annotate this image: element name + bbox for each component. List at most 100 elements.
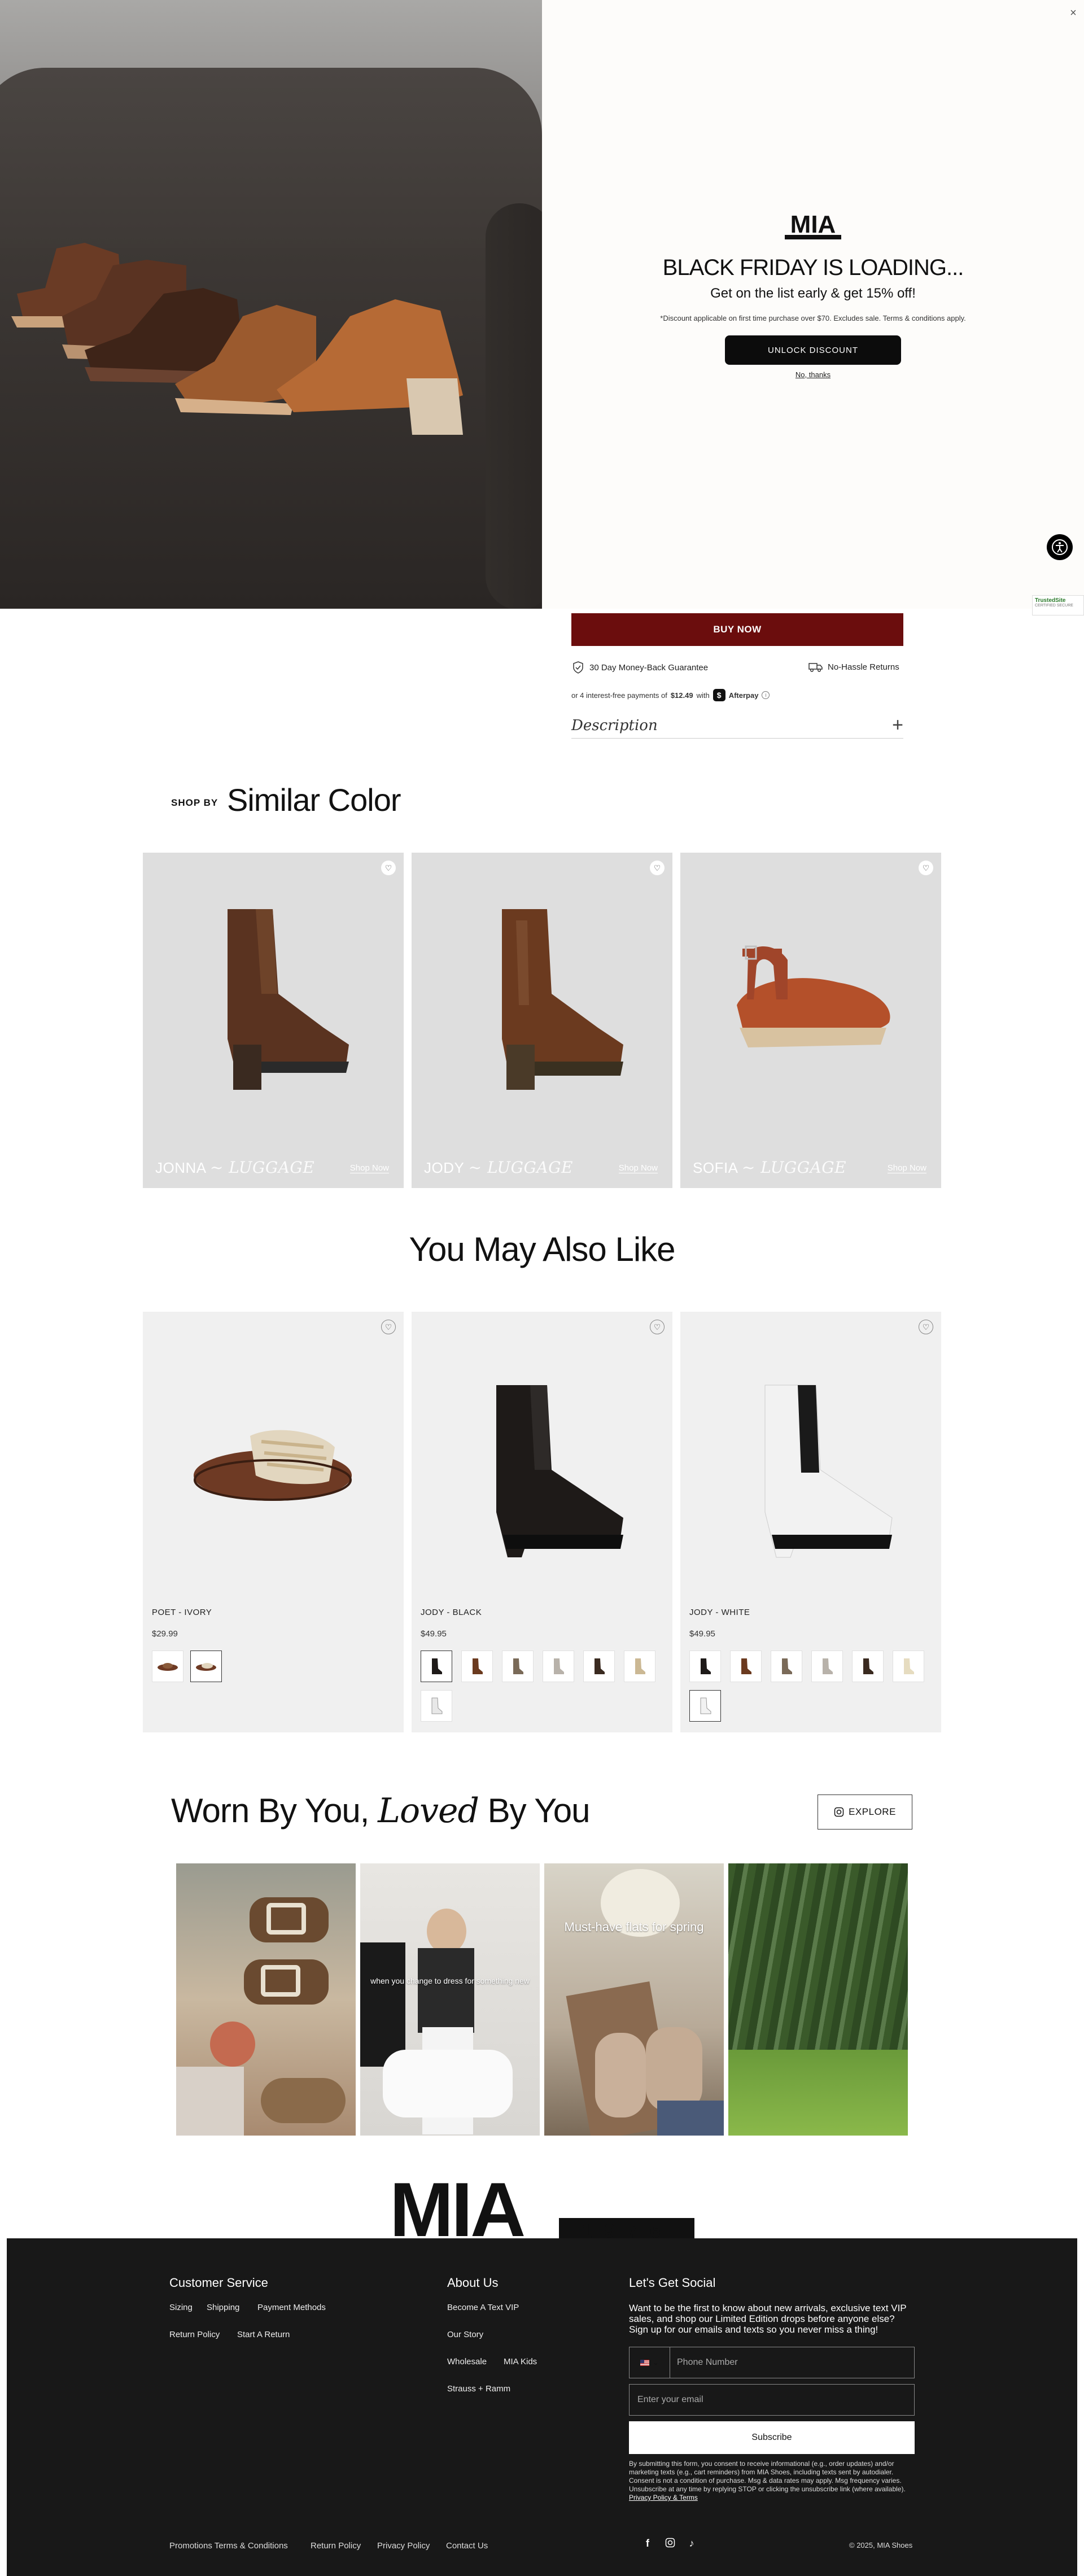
returns-label: No-Hassle Returns [828, 662, 899, 672]
color-swatch-selected[interactable] [190, 1651, 222, 1682]
accessibility-icon[interactable] [1047, 534, 1073, 560]
color-swatch[interactable] [461, 1651, 493, 1682]
footer-link-payment-methods[interactable]: Payment Methods [257, 2303, 326, 2312]
similar-card-jonna[interactable]: ♡ JONNA ~ LUGGAGE Shop Now [143, 853, 404, 1188]
color-swatch[interactable] [421, 1690, 452, 1722]
jody-black-boot-image [496, 1385, 623, 1557]
trustedsite-badge[interactable]: TrustedSite CERTIFIED SECURE [1032, 595, 1084, 615]
afterpay-line: or 4 interest-free payments of $12.49 wi… [571, 689, 770, 701]
ugc-photo-1[interactable] [176, 1863, 356, 2136]
color-swatch[interactable] [893, 1651, 924, 1682]
similar-color-title: Similar Color [227, 782, 401, 818]
color-swatch-selected[interactable] [689, 1690, 721, 1722]
footer-link-start-return[interactable]: Start A Return [237, 2330, 290, 2339]
footer-link-our-story[interactable]: Our Story [447, 2330, 483, 2339]
color-swatch[interactable] [730, 1651, 762, 1682]
color-swatch[interactable] [689, 1651, 721, 1682]
customer-service-heading: Customer Service [169, 2276, 268, 2290]
trusted-line2: CERTIFIED SECURE [1035, 604, 1073, 608]
instagram-icon[interactable] [664, 2538, 676, 2550]
similar-card-jody[interactable]: ♡ JODY ~ LUGGAGE Shop Now [412, 853, 672, 1188]
product-price: $29.99 [152, 1629, 178, 1639]
no-thanks-link[interactable]: No, thanks [779, 370, 847, 379]
product-name[interactable]: POET - IVORY [152, 1608, 212, 1617]
explore-button[interactable]: EXPLORE [818, 1795, 912, 1830]
mia-logo: MIA [785, 211, 841, 239]
color-swatch[interactable] [502, 1651, 534, 1682]
afterpay-brand: Afterpay [728, 691, 759, 700]
phone-placeholder: Phone Number [677, 2357, 738, 2367]
phone-input[interactable]: ⌄ Phone Number [629, 2347, 915, 2378]
svg-text:MIA: MIA [390, 2173, 524, 2239]
similar-card-sofia[interactable]: ♡ SOFIA ~ LUGGAGE Shop Now [680, 853, 941, 1188]
footer-link-wholesale[interactable]: Wholesale [447, 2357, 487, 2367]
tiktok-icon[interactable]: ♪ [685, 2538, 698, 2550]
color-swatch[interactable] [811, 1651, 843, 1682]
hero-product-photo [0, 0, 542, 609]
sms-legal-text: By submitting this form, you consent to … [629, 2460, 906, 2501]
site-footer [7, 2238, 1077, 2576]
info-icon[interactable]: i [762, 691, 770, 699]
jonna-boot-image [228, 909, 349, 1090]
color-swatch[interactable] [543, 1651, 574, 1682]
copyright: © 2025, MIA Shoes [849, 2541, 913, 2549]
unlock-discount-button[interactable]: UNLOCK DISCOUNT [725, 335, 901, 365]
discount-popup [542, 0, 1084, 609]
privacy-policy-link[interactable]: Privacy Policy [377, 2541, 430, 2551]
jody-boot-image [502, 909, 623, 1090]
heart-icon[interactable]: ♡ [381, 861, 396, 875]
popup-subtitle: Get on the list early & get 15% off! [710, 286, 916, 301]
heart-icon[interactable]: ♡ [650, 861, 665, 875]
footer-link-sizing[interactable]: Sizing [169, 2303, 193, 2312]
money-back-perk: 30 Day Money-Back Guarantee [571, 661, 708, 674]
ugc-photo-2[interactable]: when you change to dress for something n… [360, 1863, 540, 2136]
color-swatch-selected[interactable] [421, 1651, 452, 1682]
privacy-terms-link[interactable]: Privacy Policy & Terms [629, 2494, 698, 2501]
heart-icon[interactable]: ♡ [919, 1320, 933, 1334]
shop-now-link[interactable]: Shop Now [887, 1163, 926, 1173]
description-accordion[interactable]: Description + [571, 713, 903, 739]
you-may-also-like-title: You May Also Like [409, 1230, 675, 1268]
product-card-jody-black[interactable]: ♡ JODY - BLACK $49.95 [412, 1312, 672, 1732]
truck-icon [808, 663, 823, 672]
contact-us-link[interactable]: Contact Us [446, 2541, 488, 2551]
color-swatch[interactable] [152, 1651, 183, 1682]
footer-link-shipping[interactable]: Shipping [207, 2303, 239, 2312]
heart-icon[interactable]: ♡ [381, 1320, 396, 1334]
bottom-return-policy-link[interactable]: Return Policy [311, 2541, 361, 2551]
chevron-down-icon: ⌄ [653, 2359, 659, 2367]
color-swatch[interactable] [583, 1651, 615, 1682]
us-flag-icon [640, 2359, 650, 2366]
footer-link-text-vip[interactable]: Become A Text VIP [447, 2303, 519, 2312]
footer-link-mia-kids[interactable]: MIA Kids [504, 2357, 537, 2367]
plus-icon: + [892, 714, 903, 736]
footer-link-return-policy[interactable]: Return Policy [169, 2330, 220, 2339]
promotions-terms-link[interactable]: Promotions Terms & Conditions [169, 2541, 288, 2551]
email-input[interactable]: Enter your email [629, 2384, 915, 2416]
buy-now-button[interactable]: BUY NOW [571, 613, 903, 646]
color-swatch[interactable] [771, 1651, 802, 1682]
shop-now-link[interactable]: Shop Now [618, 1163, 658, 1173]
ugc-photo-4[interactable] [728, 1863, 908, 2136]
facebook-icon[interactable]: f [641, 2538, 654, 2550]
product-card-jody-white[interactable]: ♡ JODY - WHITE $49.95 [680, 1312, 941, 1732]
footer-link-strauss-ramm[interactable]: Strauss + Ramm [447, 2384, 510, 2394]
shop-now-link[interactable]: Shop Now [349, 1163, 389, 1173]
country-code-select[interactable]: ⌄ [630, 2347, 670, 2378]
subscribe-button[interactable]: Subscribe [629, 2421, 915, 2454]
svg-text:MIA: MIA [790, 211, 836, 238]
afterpay-with: with [696, 691, 710, 700]
color-swatch[interactable] [624, 1651, 655, 1682]
heart-icon[interactable]: ♡ [919, 861, 933, 875]
afterpay-pre: or 4 interest-free payments of [571, 691, 667, 700]
shield-check-icon [573, 661, 583, 674]
description-label: Description [571, 717, 658, 734]
close-icon[interactable]: × [1067, 7, 1079, 19]
color-swatch[interactable] [852, 1651, 884, 1682]
ugc-photo-3[interactable]: Must-have flats for spring [544, 1863, 724, 2136]
heart-icon[interactable]: ♡ [650, 1320, 665, 1334]
product-name[interactable]: JODY - BLACK [421, 1608, 482, 1617]
jody-white-boot-image [764, 1385, 893, 1558]
product-name[interactable]: JODY - WHITE [689, 1608, 750, 1617]
product-card-poet[interactable]: ♡ POET - IVORY $29.99 [143, 1312, 404, 1732]
